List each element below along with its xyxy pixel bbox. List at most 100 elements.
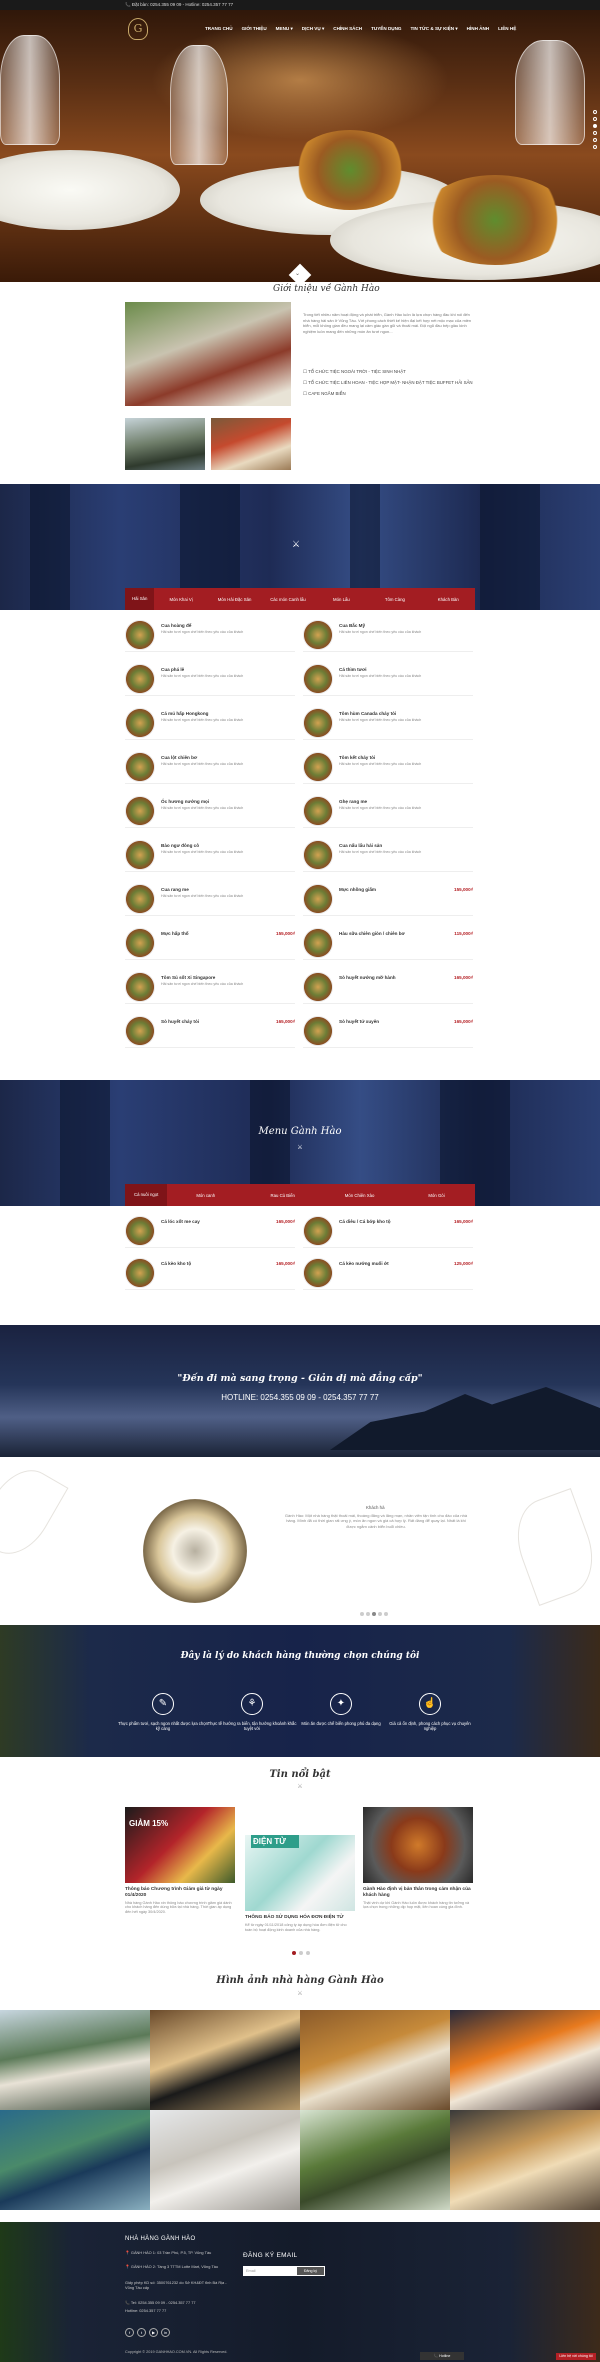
nav-item-menu[interactable]: MENU ▾	[276, 26, 293, 32]
dish-photo[interactable]	[303, 664, 333, 694]
dish-name[interactable]: Cua Bắc Mỹ	[339, 623, 365, 628]
dish-photo[interactable]	[125, 840, 155, 870]
menu-item[interactable]: Cua Bắc Mỹ Hải sản tươi ngon chế biến the…	[303, 620, 473, 652]
menu-item[interactable]: Cá diêu / Cá bớp kho tộ 165,000₫	[303, 1216, 473, 1248]
nav-item-careers[interactable]: TUYỂN DỤNG	[371, 26, 401, 32]
dish-photo[interactable]	[303, 708, 333, 738]
gallery-photo[interactable]	[0, 2010, 150, 2110]
nav-item-about[interactable]: GIỚI THIỆU	[242, 26, 267, 32]
menu-item[interactable]: Cua lột chiên bơ Hải sản tươi ngon chế bi…	[125, 752, 295, 784]
dish-photo[interactable]	[125, 664, 155, 694]
dish-photo[interactable]	[125, 708, 155, 738]
subscribe-button[interactable]: Đăng ký	[297, 2267, 324, 2275]
dish-name[interactable]: Cá lóc xốt me cay	[161, 1219, 200, 1224]
dish-photo[interactable]	[125, 1016, 155, 1046]
tab-specialty[interactable]: Món Hải Đặc Sản	[208, 597, 261, 602]
dish-name[interactable]: Sò huyết nướng mỡ hành	[339, 975, 396, 980]
pager-dot[interactable]	[384, 1612, 388, 1616]
menu-item[interactable]: Cua nấu lẩu hải sản Hải sản tươi ngon chế…	[303, 840, 473, 872]
dish-name[interactable]: Cua lột chiên bơ	[161, 755, 197, 760]
footer-phone[interactable]: 📞 Tel: 0254.355 09 09 - 0254.357 77 77	[125, 2300, 235, 2305]
dish-photo[interactable]	[125, 796, 155, 826]
dish-photo[interactable]	[303, 796, 333, 826]
menu-item[interactable]: Cua hoàng đế Hải sản tươi ngon chế biến t…	[125, 620, 295, 652]
hero-dot[interactable]	[593, 145, 597, 149]
dish-photo[interactable]	[125, 884, 155, 914]
testimonial-pagination[interactable]	[360, 1612, 388, 1616]
news-title-link[interactable]: Thông báo Chương trình Giảm giá từ ngày …	[125, 1887, 235, 1899]
gallery-photo[interactable]	[0, 2110, 150, 2210]
dish-photo[interactable]	[125, 620, 155, 650]
logo[interactable]: G	[128, 18, 148, 40]
hotline-button[interactable]: 📞 Hotline	[420, 2352, 464, 2360]
service-item[interactable]: ☐ TỔ CHỨC TIỆC NGOÀI TRỜI - TIỆC SINH NH…	[303, 369, 473, 375]
dish-name[interactable]: Cua phá lê	[161, 667, 184, 672]
menu-item[interactable]: Ốc hương nướng mọi Hải sản tươi ngon chế …	[125, 796, 295, 828]
tab-other[interactable]: Khách Bàn	[422, 597, 475, 602]
news-card[interactable]: GIẢM 15% Thông báo Chương trình Giảm giá…	[125, 1807, 235, 1915]
news-image[interactable]: GIẢM 15%	[125, 1807, 235, 1883]
dish-name[interactable]: Ốc hương nướng mọi	[161, 799, 209, 804]
pager-dot[interactable]	[360, 1612, 364, 1616]
dish-name[interactable]: Cá diêu / Cá bớp kho tộ	[339, 1219, 391, 1224]
menu-item[interactable]: Sò huyết tứ xuyên 165,000₫	[303, 1016, 473, 1048]
gallery-photo[interactable]	[300, 2010, 450, 2110]
menu-item[interactable]: Cua rang me Hải sản tươi ngon chế biến th…	[125, 884, 295, 916]
menu-item[interactable]: Cá mú hấp Hongkong Hải sản tươi ngon chế …	[125, 708, 295, 740]
gallery-photo[interactable]	[150, 2010, 300, 2110]
youtube-icon[interactable]: ▶	[149, 2328, 158, 2337]
menu-item[interactable]: Cá kèo kho tộ 165,000₫	[125, 1258, 295, 1290]
dish-photo[interactable]	[303, 1216, 333, 1246]
dish-name[interactable]: Cá mú hấp Hongkong	[161, 711, 208, 716]
news-image[interactable]: ĐIỆN TỬ	[245, 1835, 355, 1911]
pager-dot[interactable]	[372, 1612, 376, 1616]
menu-item[interactable]: Mực nhồng giấm 155,000₫	[303, 884, 473, 916]
dish-photo[interactable]	[125, 972, 155, 1002]
hero-dot[interactable]	[593, 124, 597, 128]
gallery-photo[interactable]	[450, 2110, 600, 2210]
dish-photo[interactable]	[303, 840, 333, 870]
nav-item-gallery[interactable]: HÌNH ẢNH	[467, 26, 489, 32]
menu-item[interactable]: Cá thìm tươi Hải sản tươi ngon chế biến t…	[303, 664, 473, 696]
dish-photo[interactable]	[303, 1258, 333, 1288]
gallery-photo[interactable]	[150, 2110, 300, 2210]
dish-photo[interactable]	[125, 1216, 155, 1246]
menu-item[interactable]: Sò huyết nướng mỡ hành 165,000₫	[303, 972, 473, 1004]
dish-name[interactable]: Sò huyết cháy tỏi	[161, 1019, 199, 1024]
dish-name[interactable]: Cua rang me	[161, 887, 189, 892]
news-pagination[interactable]	[292, 1951, 310, 1955]
tab-soup[interactable]: Các món Canh lẩu	[261, 597, 314, 602]
pager-dot[interactable]	[299, 1951, 303, 1955]
service-item[interactable]: ☐ CAFE NGẮM BIỂN	[303, 391, 473, 397]
pager-dot[interactable]	[378, 1612, 382, 1616]
menu-item[interactable]: Cá kèo nướng muối ớt 125,000₫	[303, 1258, 473, 1290]
menu-item[interactable]: Tôm hùm Canada cháy tỏi Hải sản tươi ngon…	[303, 708, 473, 740]
menu-item[interactable]: Bào ngư đông cô Hải sản tươi ngon chế biế…	[125, 840, 295, 872]
hero-dot[interactable]	[593, 117, 597, 121]
hero-dot[interactable]	[593, 110, 597, 114]
dish-photo[interactable]	[303, 884, 333, 914]
news-card[interactable]: ĐIỆN TỬ THÔNG BÁO SỬ DỤNG HÓA ĐƠN ĐIỆN T…	[245, 1807, 355, 1932]
footer-hotline[interactable]: Hotline: 0254.357 77 77	[125, 2308, 235, 2313]
dish-name[interactable]: Bào ngư đông cô	[161, 843, 199, 848]
dish-name[interactable]: Cá thìm tươi	[339, 667, 367, 672]
nav-item-home[interactable]: TRANG CHỦ	[205, 26, 233, 32]
nav-item-policy[interactable]: CHÍNH SÁCH	[333, 26, 362, 32]
menu-item[interactable]: Ghẹ rang me Hải sản tươi ngon chế biến th…	[303, 796, 473, 828]
twitter-icon[interactable]: t	[137, 2328, 146, 2337]
tab-prawn[interactable]: Tôm Càng	[368, 597, 421, 602]
news-title-link[interactable]: Gành Hào định vị bản thân trong cảm nhận…	[363, 1887, 473, 1899]
dish-name[interactable]: Cá kèo nướng muối ớt	[339, 1261, 389, 1266]
dish-name[interactable]: Tôm Sú sốt Xi Singapore	[161, 975, 215, 980]
hero-dot[interactable]	[593, 138, 597, 142]
dish-photo[interactable]	[303, 928, 333, 958]
menu-item[interactable]: Tôm kết cháy tỏi Hải sản tươi ngon chế bi…	[303, 752, 473, 784]
chevron-down-icon[interactable]: ⌄	[295, 270, 300, 277]
dish-name[interactable]: Hàu sữa chiên giòn / chiên bơ	[339, 931, 405, 936]
menu-item[interactable]: Mực hấp thố 155,000₫	[125, 928, 295, 960]
tab-sea-vegetables[interactable]: Rau Củ Biển	[244, 1193, 321, 1198]
dish-name[interactable]: Cá kèo kho tộ	[161, 1261, 191, 1266]
linkedin-icon[interactable]: in	[161, 2328, 170, 2337]
hero-dot[interactable]	[593, 131, 597, 135]
news-card[interactable]: Gành Hào định vị bản thân trong cảm nhận…	[363, 1807, 473, 1910]
